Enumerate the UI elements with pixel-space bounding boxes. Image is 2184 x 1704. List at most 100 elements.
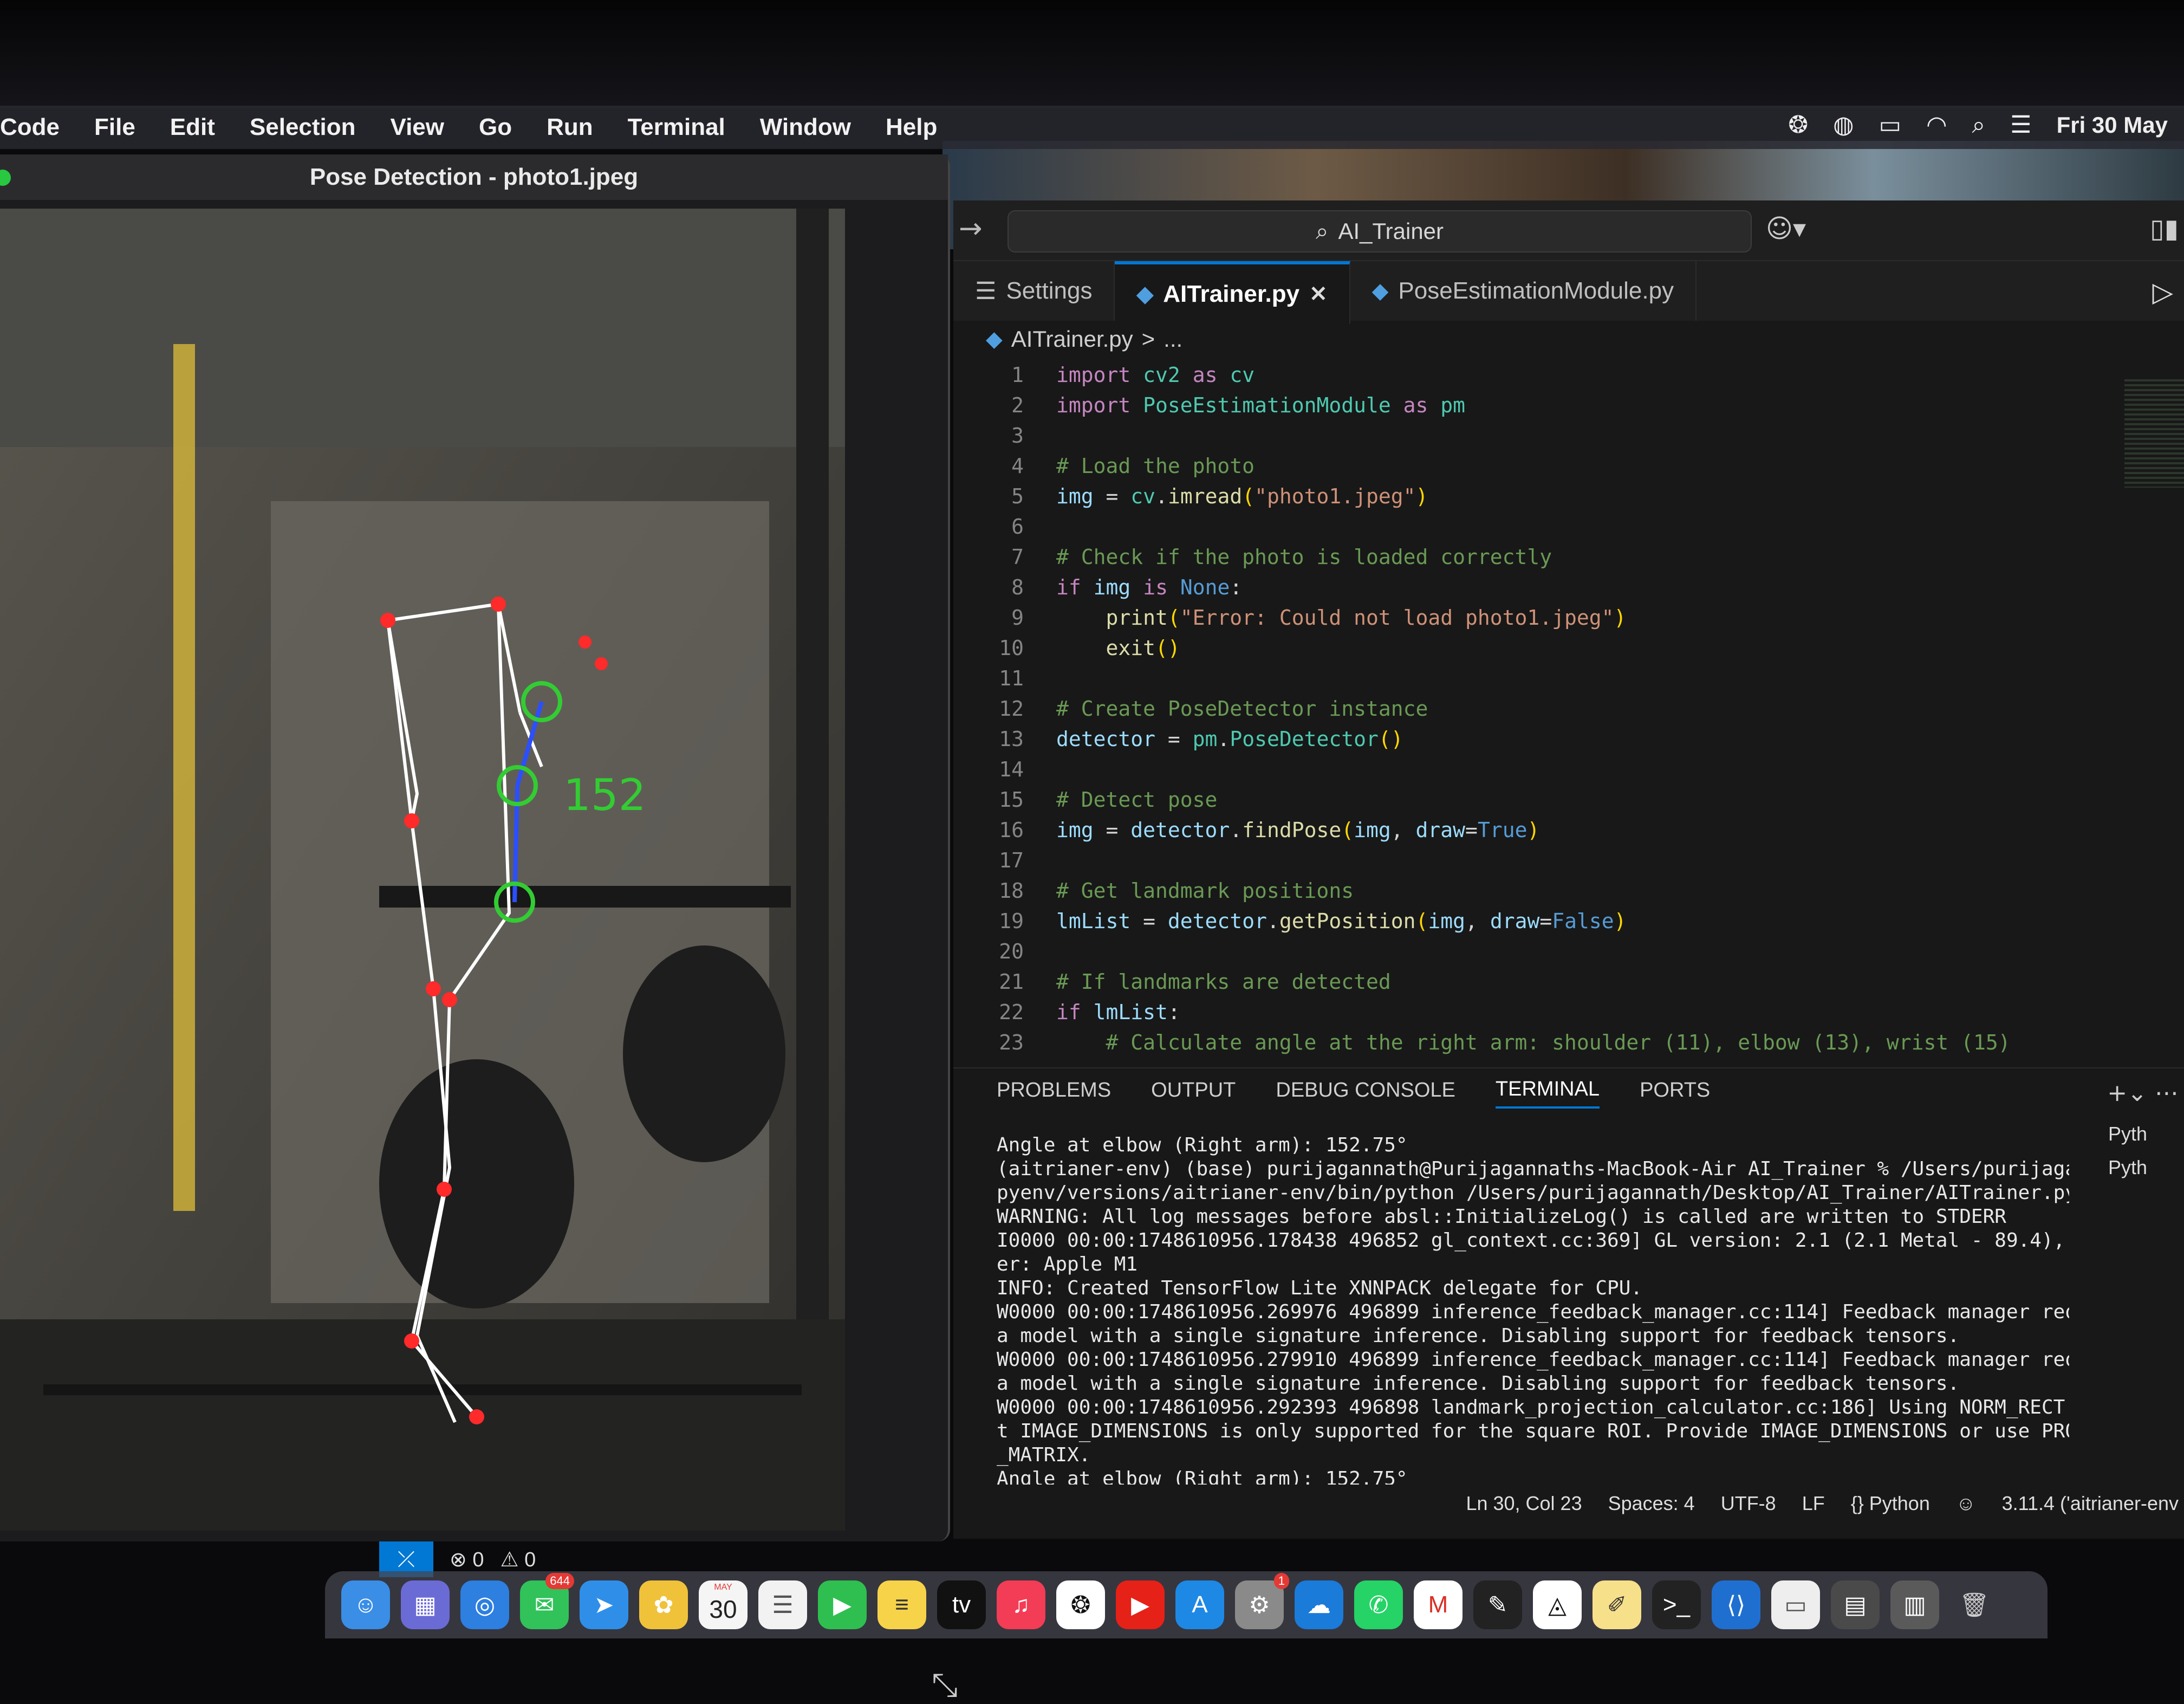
messages-badge: 644 <box>545 1573 574 1589</box>
recent-stack-icon[interactable]: ▥ <box>1890 1580 1939 1629</box>
circle-app-icon[interactable]: ◬ <box>1533 1580 1582 1629</box>
indentation[interactable]: Spaces: 4 <box>1608 1492 1695 1515</box>
code-line: 3 <box>1011 424 1024 448</box>
gmail-icon[interactable]: M <box>1414 1580 1462 1629</box>
breadcrumb-file[interactable]: AITrainer.py <box>1011 326 1133 352</box>
youtube-icon[interactable]: ▶ <box>1116 1580 1165 1629</box>
menu-file[interactable]: File <box>94 114 135 141</box>
app-store-icon[interactable]: A <box>1175 1580 1224 1629</box>
panel-tabs: PROBLEMS OUTPUT DEBUG CONSOLE TERMINAL P… <box>953 1068 2184 1117</box>
tab-ports[interactable]: PORTS <box>1640 1079 1710 1107</box>
apple-tv-icon[interactable]: tv <box>937 1580 986 1629</box>
safari-icon[interactable]: ◎ <box>460 1580 509 1629</box>
menu-edit[interactable]: Edit <box>170 114 215 141</box>
tab-pose-estimation-module[interactable]: ◆ PoseEstimationModule.py <box>1350 261 1697 321</box>
menu-code[interactable]: Code <box>0 114 60 141</box>
whatsapp-icon[interactable]: ✆ <box>1354 1580 1403 1629</box>
music-icon[interactable]: ♫ <box>997 1580 1045 1629</box>
menu-run[interactable]: Run <box>547 114 593 141</box>
encoding[interactable]: UTF-8 <box>1721 1492 1776 1515</box>
menu-help[interactable]: Help <box>886 114 937 141</box>
close-icon[interactable]: ✕ <box>1309 282 1328 307</box>
code-line: 20 <box>999 940 1024 963</box>
maps-icon[interactable]: ➤ <box>580 1580 628 1629</box>
notepad-icon[interactable]: ✐ <box>1592 1580 1641 1629</box>
menu-window[interactable]: Window <box>760 114 851 141</box>
workspace-name: AI_Trainer <box>1338 218 1444 244</box>
language-mode[interactable]: {} Python <box>1851 1492 1930 1515</box>
document-icon[interactable]: ▭ <box>1771 1580 1820 1629</box>
viewer-title: Pose Detection - photo1.jpeg <box>309 164 639 190</box>
tab-problems[interactable]: PROBLEMS <box>997 1079 1111 1107</box>
error-count[interactable]: ⊗ 0 <box>450 1547 484 1572</box>
finder-icon[interactable]: ☺ <box>341 1580 390 1629</box>
run-icon[interactable]: ▷ <box>2153 276 2173 308</box>
terminal-line: t IMAGE_DIMENSIONS is only supported for… <box>997 1420 2069 1442</box>
tab-debug-console[interactable]: DEBUG CONSOLE <box>1276 1079 1455 1107</box>
terminal-list-item[interactable]: Pyth <box>2108 1123 2184 1156</box>
code-line: 18 # Get landmark positions <box>999 879 1354 903</box>
code-editor[interactable]: 1 import cv2 as cv 2 import PoseEstimation… <box>953 363 2091 1062</box>
command-center-search[interactable]: ⌕ AI_Trainer <box>1007 210 1752 252</box>
window-maximize-icon[interactable] <box>0 170 11 186</box>
terminal-line: INFO: Created TensorFlow Lite XNNPACK de… <box>997 1277 1643 1299</box>
menu-terminal[interactable]: Terminal <box>628 114 725 141</box>
code-line: 11 <box>999 666 1024 690</box>
messages-icon[interactable]: ✉ 644 <box>520 1573 574 1629</box>
terminal-line: pyenv/versions/aitrianer-env/bin/python … <box>997 1182 2069 1204</box>
terminal-app-icon[interactable]: >_ <box>1652 1580 1701 1629</box>
terminal-line: a model with a single signature inferenc… <box>997 1372 1960 1395</box>
bottom-panel: PROBLEMS OUTPUT DEBUG CONSOLE TERMINAL P… <box>953 1067 2184 1490</box>
reminders-icon[interactable]: ☰ <box>758 1580 807 1629</box>
trash-icon[interactable]: 🗑 <box>1950 1580 1999 1629</box>
tab-aitrainer[interactable]: ◆ AITrainer.py ✕ <box>1115 261 1350 324</box>
launchpad-icon[interactable]: ▦ <box>401 1580 450 1629</box>
photos-icon[interactable]: ✿ <box>639 1580 688 1629</box>
terminal-line: W0000 00:00:1748610956.292393 496898 lan… <box>997 1396 2069 1418</box>
downloads-stack-icon[interactable]: ▤ <box>1831 1580 1880 1629</box>
facetime-icon[interactable]: ▶ <box>818 1580 867 1629</box>
calendar-icon[interactable]: MAY 30 <box>699 1580 748 1629</box>
resize-icon[interactable]: ⤡ <box>932 1666 958 1704</box>
forward-arrow-icon[interactable]: → <box>959 212 983 245</box>
system-settings-icon[interactable]: ⚙ 1 <box>1235 1573 1289 1629</box>
terminal-output[interactable]: Angle at elbow (Right arm): 152.75° (ait… <box>997 1133 2069 1491</box>
copilot-status-icon[interactable]: ☺ <box>1956 1492 1976 1515</box>
menubar-clock[interactable]: Fri 30 May <box>2057 112 2168 138</box>
battery-icon[interactable]: ▭ <box>1878 111 1901 139</box>
code-line: 14 <box>999 757 1024 781</box>
code-line: 10 exit() <box>999 636 1180 660</box>
chatgpt-app-icon[interactable]: ❂ <box>1056 1580 1105 1629</box>
pose-photo-scene: 152 <box>0 209 845 1531</box>
warning-count[interactable]: ⚠ 0 <box>500 1547 536 1572</box>
audio-icon[interactable]: ◍ <box>1833 111 1854 139</box>
menu-go[interactable]: Go <box>479 114 512 141</box>
new-terminal-icon[interactable]: +⌄ ⋯ <box>2107 1079 2179 1107</box>
messenger-icon[interactable]: ☁ <box>1295 1580 1343 1629</box>
tab-settings[interactable]: ☰ Settings <box>953 261 1115 321</box>
cursor-position[interactable]: Ln 30, Col 23 <box>1466 1492 1582 1515</box>
vscode-icon[interactable]: ⟨⟩ <box>1712 1580 1760 1629</box>
terminal-list-item[interactable]: Pyth <box>2108 1156 2184 1190</box>
notes-icon[interactable]: ≡ <box>877 1580 926 1629</box>
line-ending[interactable]: LF <box>1802 1492 1825 1515</box>
settings-icon: ☰ <box>975 277 997 304</box>
control-center-icon[interactable]: ☰ <box>2010 111 2031 139</box>
python-interpreter[interactable]: 3.11.4 ('aitrianer-env <box>2002 1492 2179 1515</box>
terminal-line: (aitrianer-env) (base) purijagannath@Pur… <box>997 1158 2069 1180</box>
layout-toggle-icon[interactable]: ▯▮ <box>2150 213 2179 244</box>
tab-label: AITrainer.py <box>1163 281 1300 307</box>
spotlight-search-icon[interactable]: ⌕ <box>1972 112 1985 139</box>
menu-view[interactable]: View <box>391 114 444 141</box>
viewer-titlebar[interactable]: Pose Detection - photo1.jpeg <box>0 154 948 200</box>
minimap[interactable] <box>2124 379 2184 488</box>
breadcrumb-rest[interactable]: ... <box>1164 326 1182 352</box>
terminal-line: W0000 00:00:1748610956.279910 496899 inf… <box>997 1349 2069 1371</box>
copilot-icon[interactable]: ☺▾ <box>1766 213 1806 244</box>
ink-app-icon[interactable]: ✎ <box>1473 1580 1522 1629</box>
wifi-icon[interactable]: ◠ <box>1926 111 1947 139</box>
chatgpt-icon[interactable]: ❂ <box>1788 111 1808 139</box>
tab-terminal[interactable]: TERMINAL <box>1495 1078 1600 1109</box>
menu-selection[interactable]: Selection <box>250 114 356 141</box>
tab-output[interactable]: OUTPUT <box>1151 1079 1236 1107</box>
